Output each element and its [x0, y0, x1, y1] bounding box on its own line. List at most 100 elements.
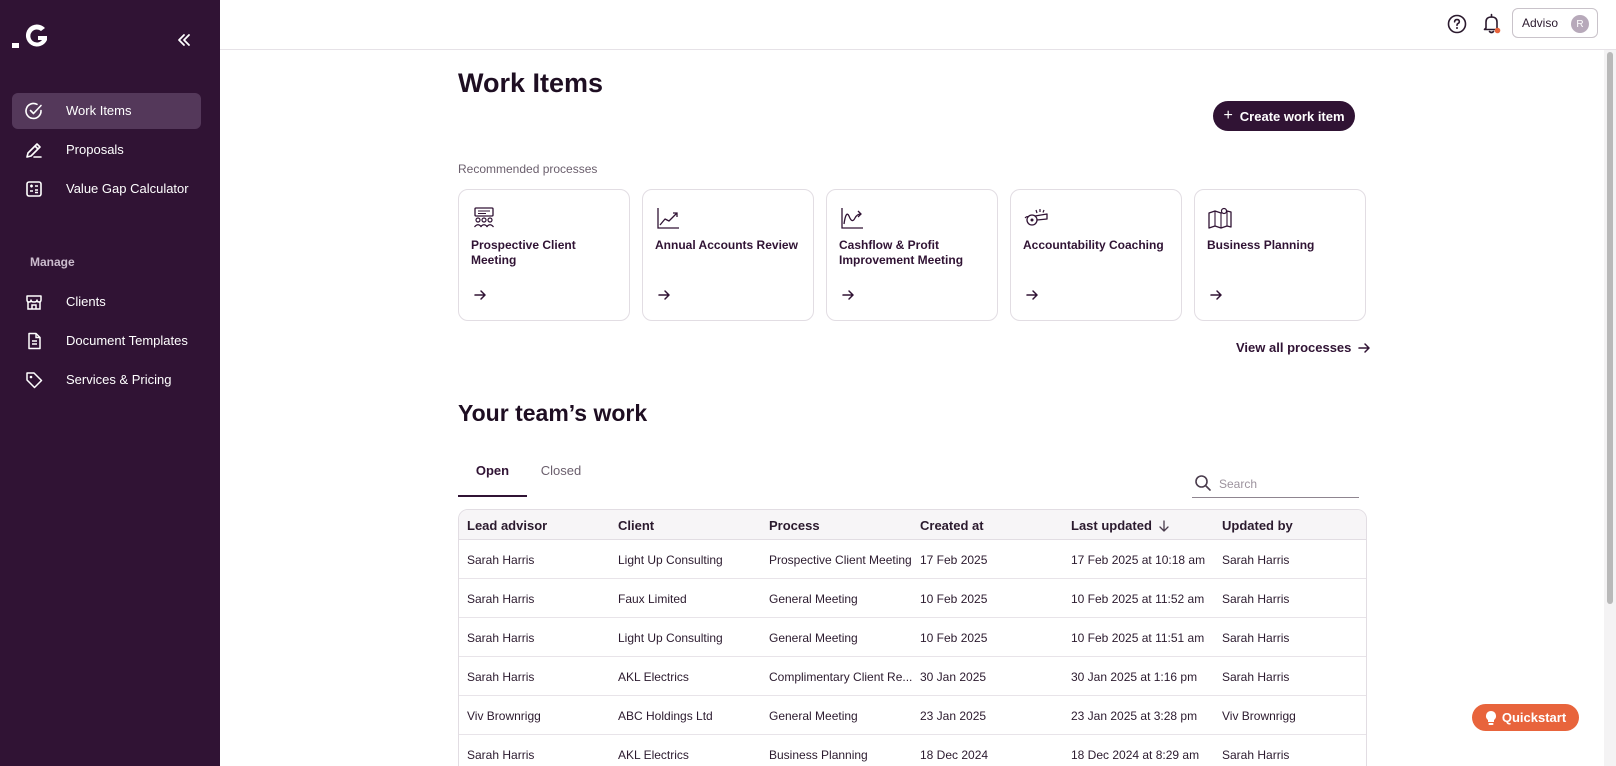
cell-created-at: 10 Feb 2025: [920, 631, 988, 645]
cell-lead-advisor: Viv Brownrigg: [467, 709, 541, 723]
pen-icon: [24, 140, 44, 160]
scrollbar-thumb[interactable]: [1607, 52, 1613, 604]
column-header-updated-by[interactable]: Updated by: [1222, 518, 1293, 533]
column-header-label: Last updated: [1071, 518, 1152, 533]
column-header-label: Client: [618, 518, 655, 533]
cell-client: Faux Limited: [618, 592, 687, 606]
cell-client: Light Up Consulting: [618, 631, 723, 645]
cell-last-updated: 10 Feb 2025 at 11:51 am: [1071, 631, 1205, 645]
arrow-right-icon: [841, 288, 855, 302]
table-row[interactable]: Sarah Harris Light Up Consulting Prospec…: [459, 540, 1366, 579]
view-all-label: View all processes: [1236, 340, 1352, 355]
column-header-created-at[interactable]: Created at: [920, 518, 984, 533]
sidebar-item-label: Work Items: [66, 103, 132, 118]
arrow-right-icon: [1209, 288, 1223, 302]
process-card-title: Accountability Coaching: [1023, 238, 1164, 252]
search-icon: [1195, 475, 1211, 491]
cell-process: Prospective Client Meeting: [769, 553, 912, 567]
cell-updated-by: Sarah Harris: [1222, 553, 1290, 567]
process-card-cashflow-profit[interactable]: Cashflow & Profit Improvement Meeting: [826, 189, 998, 321]
cell-updated-by: Viv Brownrigg: [1222, 709, 1296, 723]
create-work-item-label: Create work item: [1239, 108, 1345, 124]
cell-process: General Meeting: [769, 631, 858, 645]
process-card-accountability-coaching[interactable]: Accountability Coaching: [1010, 189, 1182, 321]
cell-client: AKL Electrics: [618, 748, 689, 762]
sidebar-item-document-templates[interactable]: Document Templates: [12, 323, 201, 359]
process-card-annual-accounts-review[interactable]: Annual Accounts Review: [642, 189, 814, 321]
collapse-sidebar-button[interactable]: [172, 28, 196, 52]
help-icon[interactable]: [1447, 14, 1467, 34]
cell-lead-advisor: Sarah Harris: [467, 553, 535, 567]
sidebar-item-clients[interactable]: Clients: [12, 284, 201, 320]
cell-lead-advisor: Sarah Harris: [467, 748, 535, 762]
sidebar-item-proposals[interactable]: Proposals: [12, 132, 201, 168]
cell-created-at: 30 Jan 2025: [920, 670, 987, 684]
arrow-right-icon: [1025, 288, 1039, 302]
storefront-icon: [24, 292, 44, 312]
sidebar: Work Items Proposals Value Gap Calculato…: [0, 0, 220, 766]
column-header-process[interactable]: Process: [769, 518, 820, 533]
sidebar-item-value-gap-calculator[interactable]: Value Gap Calculator: [12, 171, 201, 207]
search-input[interactable]: [1219, 474, 1355, 494]
sort-descending-arrow-icon: [1159, 519, 1169, 532]
process-card-prospective-client-meeting[interactable]: Prospective Client Meeting: [458, 189, 630, 321]
g-logo-icon: [12, 24, 47, 48]
cell-created-at: 18 Dec 2024: [920, 748, 989, 762]
table-row[interactable]: Sarah Harris AKL Electrics Business Plan…: [459, 735, 1366, 766]
logo[interactable]: [12, 22, 52, 50]
whistle-icon: [1023, 206, 1049, 230]
document-icon: [24, 331, 44, 351]
tab-open[interactable]: Open: [458, 463, 527, 497]
process-card-business-planning[interactable]: Business Planning: [1194, 189, 1366, 321]
cell-created-at: 17 Feb 2025: [920, 553, 988, 567]
quickstart-label: Quickstart: [1501, 710, 1567, 725]
avatar: R: [1571, 15, 1589, 33]
table-header: Lead advisor Client Process Created at L…: [459, 510, 1366, 540]
line-chart-icon: [655, 206, 681, 230]
team-work-title: Your team’s work: [458, 400, 648, 426]
cell-process: Business Planning: [769, 748, 868, 762]
page-title: Work Items: [458, 68, 604, 98]
cell-process: General Meeting: [769, 709, 858, 723]
sidebar-item-label: Proposals: [66, 142, 124, 157]
column-header-lead-advisor[interactable]: Lead advisor: [467, 518, 547, 533]
cell-client: Light Up Consulting: [618, 553, 723, 567]
account-menu-button[interactable]: Adviso R: [1512, 8, 1598, 38]
notification-bell-icon[interactable]: [1482, 13, 1502, 35]
double-chevron-left-icon: [178, 34, 190, 46]
cell-lead-advisor: Sarah Harris: [467, 631, 535, 645]
account-label: Adviso: [1522, 16, 1559, 30]
map-icon: [1207, 206, 1233, 230]
cell-lead-advisor: Sarah Harris: [467, 670, 535, 684]
table-row[interactable]: Viv Brownrigg ABC Holdings Ltd General M…: [459, 696, 1366, 735]
table-row[interactable]: Sarah Harris AKL Electrics Complimentary…: [459, 657, 1366, 696]
work-items-table: Lead advisor Client Process Created at L…: [458, 509, 1367, 766]
recommended-processes-label: Recommended processes: [458, 162, 598, 176]
arrow-right-icon: [657, 288, 671, 302]
create-work-item-button[interactable]: + Create work item: [1213, 101, 1355, 131]
view-all-processes-link[interactable]: View all processes: [1236, 340, 1371, 355]
arrow-right-icon: [473, 288, 487, 302]
cell-last-updated: 10 Feb 2025 at 11:52 am: [1071, 592, 1205, 606]
column-header-client[interactable]: Client: [618, 518, 654, 533]
tab-closed[interactable]: Closed: [527, 463, 595, 497]
sidebar-item-work-items[interactable]: Work Items: [12, 93, 201, 129]
column-header-last-updated[interactable]: Last updated: [1071, 518, 1170, 533]
table-row[interactable]: Sarah Harris Light Up Consulting General…: [459, 618, 1366, 657]
quickstart-button[interactable]: Quickstart: [1472, 704, 1579, 731]
table-row[interactable]: Sarah Harris Faux Limited General Meetin…: [459, 579, 1366, 618]
sidebar-item-services-pricing[interactable]: Services & Pricing: [12, 362, 201, 398]
notification-dot: [1494, 27, 1501, 34]
presentation-icon: [471, 206, 497, 230]
cell-created-at: 23 Jan 2025: [920, 709, 987, 723]
arrow-right-icon: [1358, 342, 1371, 353]
cell-process: General Meeting: [769, 592, 858, 606]
sidebar-item-label: Value Gap Calculator: [66, 181, 189, 196]
column-header-label: Created at: [920, 518, 984, 533]
cell-client: ABC Holdings Ltd: [618, 709, 713, 723]
search-field: [1192, 474, 1359, 498]
cell-last-updated: 30 Jan 2025 at 1:16 pm: [1071, 670, 1198, 684]
manage-section-label: Manage: [30, 255, 75, 269]
page-scrollbar[interactable]: [1604, 50, 1616, 766]
cell-updated-by: Sarah Harris: [1222, 748, 1290, 762]
